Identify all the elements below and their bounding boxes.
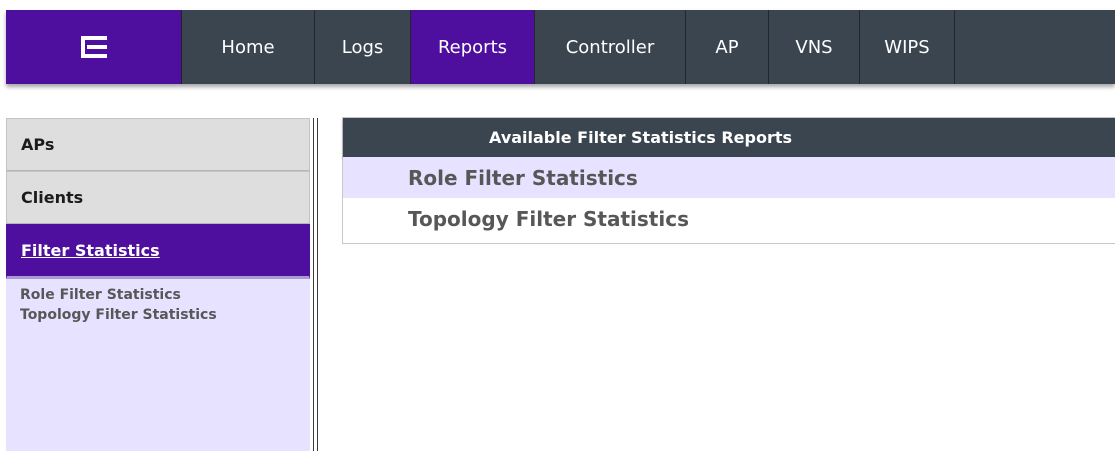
nav-ap[interactable]: AP: [686, 10, 769, 84]
report-row-topology-filter-statistics[interactable]: Topology Filter Statistics: [343, 198, 1115, 239]
top-navigation-bar: Home Logs Reports Controller AP VNS WIPS: [6, 10, 1115, 84]
nav-home[interactable]: Home: [182, 10, 315, 84]
report-row-role-filter-statistics[interactable]: Role Filter Statistics: [343, 157, 1115, 198]
panel-divider[interactable]: [313, 118, 314, 451]
nav-vns[interactable]: VNS: [769, 10, 860, 84]
sidebar-tab-clients[interactable]: Clients: [6, 171, 310, 224]
sidebar-link-topology-filter-statistics[interactable]: Topology Filter Statistics: [20, 305, 310, 325]
sidebar: APs Clients Filter Statistics Role Filte…: [6, 118, 310, 451]
extreme-logo-icon: [80, 36, 107, 58]
panel-divider-secondary: [317, 118, 318, 451]
nav-wips[interactable]: WIPS: [860, 10, 955, 84]
sidebar-link-role-filter-statistics[interactable]: Role Filter Statistics: [20, 285, 310, 305]
reports-table-header: Available Filter Statistics Reports: [343, 118, 1115, 157]
reports-table: Available Filter Statistics Reports Role…: [342, 117, 1115, 244]
nav-controller[interactable]: Controller: [535, 10, 686, 84]
sidebar-tab-aps[interactable]: APs: [6, 118, 310, 171]
sidebar-links: Role Filter Statistics Topology Filter S…: [6, 279, 310, 325]
sidebar-tab-filter-statistics[interactable]: Filter Statistics: [6, 224, 310, 279]
nav-logs[interactable]: Logs: [315, 10, 411, 84]
logo[interactable]: [6, 10, 182, 84]
nav-reports[interactable]: Reports: [411, 10, 535, 84]
